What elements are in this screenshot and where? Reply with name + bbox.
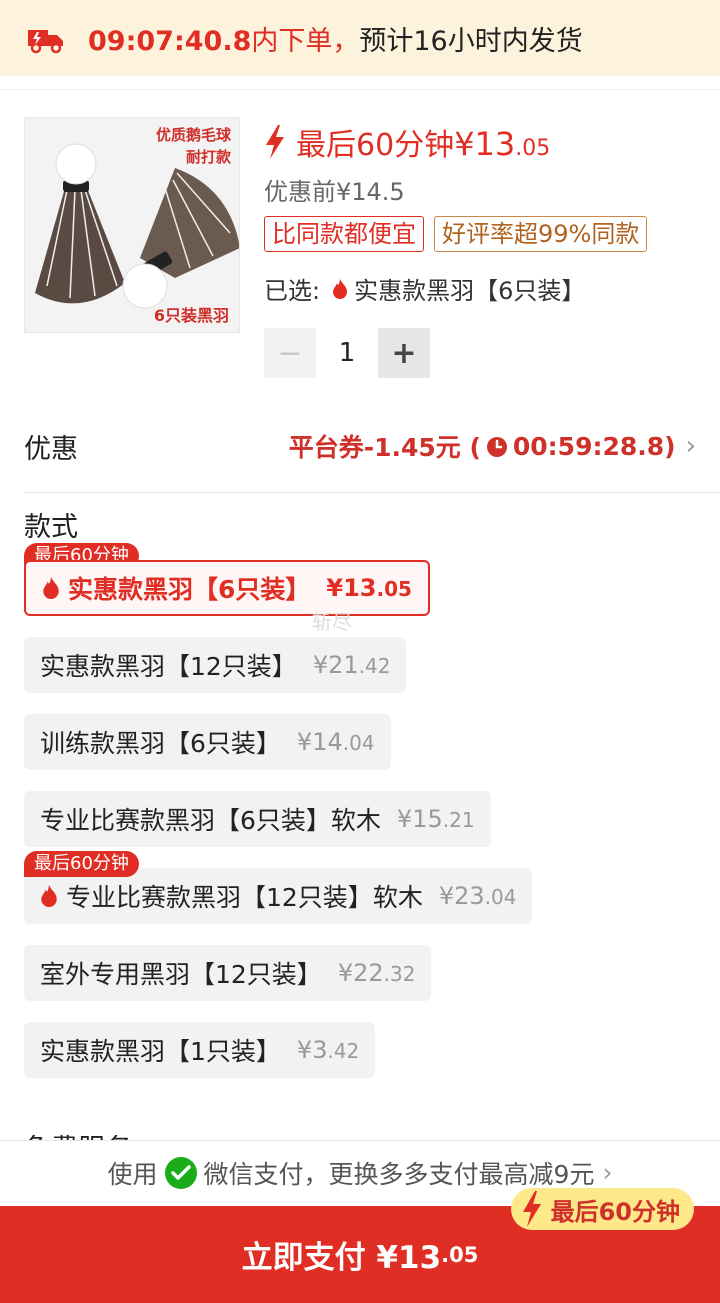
truck-icon	[28, 30, 63, 54]
flame-icon	[333, 278, 348, 299]
original-price: 优惠前¥14.5	[264, 178, 405, 206]
banner-rest-suffix: 小时内发货	[447, 25, 583, 57]
style-option-1[interactable]: 实惠款黑羽【6只装】 ¥13.05	[24, 560, 430, 616]
shipping-banner: 09:07:40.8内下单，预计16小时内发货	[0, 0, 720, 76]
decrease-button[interactable]: −	[264, 328, 316, 378]
last-60min-badge: 最后60分钟	[24, 851, 139, 877]
option-price: ¥22.32	[338, 959, 416, 987]
option-price-main: ¥23	[438, 882, 485, 910]
option-price-main: ¥14	[296, 728, 343, 756]
banner-hours: 16	[413, 25, 448, 57]
increase-button[interactable]: +	[378, 328, 430, 378]
option-price-main: ¥15	[396, 805, 443, 833]
product-tags: 比同款都便宜 好评率超99%同款	[264, 216, 648, 252]
style-option-3[interactable]: 训练款黑羽【6只装】 ¥14.04	[24, 714, 391, 770]
price-line: 最后60分钟 ¥13 .05	[264, 120, 550, 164]
option-price-small: .32	[383, 962, 416, 986]
tag-rating: 好评率超99%同款	[434, 216, 648, 252]
option-price: ¥13.05	[326, 574, 412, 602]
banner-rest-prefix: 预计	[359, 25, 414, 57]
wechat-pay-icon	[164, 1156, 197, 1189]
price-decimal: .05	[515, 136, 551, 161]
price-label: 最后60分钟	[296, 128, 455, 163]
option-price: ¥14.04	[297, 728, 375, 756]
image-tag-top: 优质鹅毛球 耐打款	[156, 124, 231, 168]
option-price-small: .04	[342, 731, 375, 755]
option-price-small: .42	[327, 1039, 360, 1063]
option-label: 实惠款黑羽【6只装】	[68, 575, 311, 604]
promo-badge: 最后60分钟	[510, 1188, 694, 1230]
selected-variant: 已选: 实惠款黑羽【6只装】	[264, 271, 585, 306]
option-label: 专业比赛款黑羽【12只装】软木	[66, 883, 423, 912]
image-tag-line2: 耐打款	[185, 148, 231, 166]
quantity-value[interactable]: 1	[316, 338, 378, 368]
quantity-stepper[interactable]: − 1 +	[264, 328, 430, 378]
image-tag-bottom: 6只装黑羽	[153, 306, 229, 325]
pay-now-label: 立即支付 ¥13	[241, 1240, 442, 1276]
option-price: ¥23.04	[439, 882, 517, 910]
coupon-value-prefix: 平台券-1.45元 (	[288, 433, 481, 462]
selected-prefix: 已选:	[264, 277, 321, 305]
option-price-main: ¥22	[337, 959, 384, 987]
option-price-main: ¥3	[296, 1036, 328, 1064]
option-label: 室外专用黑羽【12只装】	[40, 960, 322, 989]
option-price-small: .21	[442, 808, 475, 832]
style-option-6[interactable]: 室外专用黑羽【12只装】 ¥22.32	[24, 945, 432, 1001]
payment-method: 微信支付，更换多多支付最高减9元	[203, 1159, 595, 1189]
banner-middle: 内下单，	[251, 25, 360, 57]
style-option-7[interactable]: 实惠款黑羽【1只装】 ¥3.42	[24, 1022, 376, 1078]
option-price-main: ¥13	[326, 574, 377, 602]
coupon-value-suffix: )	[664, 431, 676, 461]
tag-cheapest: 比同款都便宜	[264, 216, 424, 252]
option-price-small: .04	[484, 885, 517, 909]
option-price-small: .42	[358, 654, 391, 678]
lightning-icon	[522, 1191, 541, 1227]
product-image[interactable]: 优质鹅毛球 耐打款 6只装黑羽	[24, 117, 240, 333]
option-label: 实惠款黑羽【1只装】	[40, 1037, 281, 1066]
banner-text: 09:07:40.8内下单，预计16小时内发货	[88, 19, 583, 58]
flame-icon	[41, 885, 57, 907]
coupon-title: 优惠	[24, 433, 78, 465]
flame-icon	[43, 577, 59, 599]
promo-text: 最后60分钟	[550, 1197, 680, 1226]
chevron-right-icon: ›	[602, 1158, 613, 1187]
style-option-2[interactable]: 实惠款黑羽【12只装】 ¥21.42	[24, 637, 407, 693]
option-price: ¥3.42	[297, 1036, 359, 1064]
option-label: 实惠款黑羽【12只装】	[40, 652, 297, 681]
chevron-right-icon: ›	[685, 431, 696, 461]
option-price: ¥21.42	[313, 651, 391, 679]
option-label: 专业比赛款黑羽【6只装】软木	[40, 806, 381, 835]
option-price-main: ¥21	[312, 651, 359, 679]
divider	[0, 76, 720, 90]
coupon-countdown: 00:59:28.8	[512, 431, 665, 461]
style-section-title: 款式	[24, 512, 78, 543]
alarm-clock-icon	[486, 437, 507, 457]
option-label: 训练款黑羽【6只装】	[40, 729, 281, 758]
lightning-icon	[266, 125, 284, 159]
selected-value: 实惠款黑羽【6只装】	[354, 277, 586, 305]
price-main: ¥13	[454, 125, 516, 163]
pay-now-decimal: .05	[441, 1242, 479, 1267]
ghost-text: 斩尽	[312, 610, 352, 634]
image-tag-line1: 优质鹅毛球	[155, 126, 231, 144]
option-price: ¥15.21	[397, 805, 475, 833]
option-price-small: .05	[376, 577, 412, 601]
divider	[24, 492, 720, 493]
coupon-row[interactable]: 优惠 平台券-1.45元 ( 00:59:28.8 ) ›	[0, 410, 720, 482]
payment-prefix: 使用	[107, 1159, 158, 1189]
coupon-value: 平台券-1.45元 ( 00:59:28.8 ) ›	[289, 428, 696, 464]
banner-time: 09:07:40.8	[88, 25, 252, 57]
style-option-4[interactable]: 专业比赛款黑羽【6只装】软木 ¥15.21	[24, 791, 491, 847]
